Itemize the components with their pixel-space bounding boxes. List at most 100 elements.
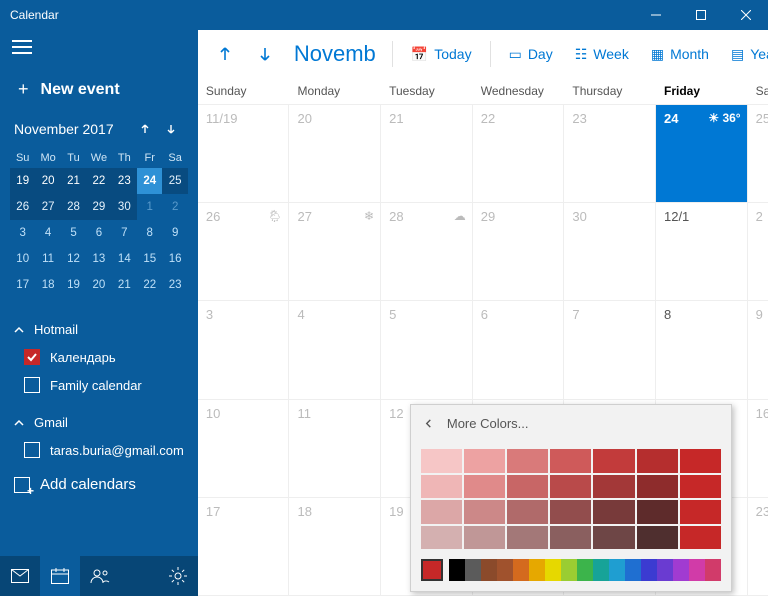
calendar-day-cell[interactable]: 17 [198,498,290,596]
next-period-button[interactable] [248,41,282,67]
spectrum-swatch[interactable] [641,559,657,581]
spectrum-swatch[interactable] [481,559,497,581]
mini-cal-day[interactable]: 6 [86,220,111,246]
calendar-checkbox[interactable] [24,349,40,365]
calendar-day-cell[interactable]: 28☁ [381,203,473,301]
mini-cal-day[interactable]: 4 [35,220,60,246]
spectrum-swatch[interactable] [497,559,513,581]
spectrum-swatch[interactable] [577,559,593,581]
color-swatch[interactable] [550,475,591,499]
mini-cal-day[interactable]: 22 [86,168,111,194]
mini-cal-day[interactable]: 21 [112,272,137,298]
mini-cal-day[interactable]: 20 [35,168,60,194]
week-view-button[interactable]: ☷Week [567,42,637,67]
mini-cal-day[interactable]: 14 [112,246,137,272]
calendar-day-cell[interactable]: 7 [564,301,656,399]
account-toggle[interactable]: Gmail [14,409,184,436]
calendar-day-cell[interactable]: 25⛅ [748,105,768,203]
calendar-day-cell[interactable]: 23 [564,105,656,203]
calendar-item[interactable]: taras.buria@gmail.com [14,436,184,464]
mini-cal-day[interactable]: 30 [112,194,137,220]
popup-back-button[interactable] [411,405,447,441]
color-swatch[interactable] [593,475,634,499]
color-swatch[interactable] [550,500,591,524]
color-swatch[interactable] [680,500,721,524]
spectrum-swatch[interactable] [545,559,561,581]
color-swatch[interactable] [421,500,462,524]
mini-cal-day[interactable]: 13 [86,246,111,272]
color-swatch[interactable] [464,526,505,550]
maximize-button[interactable] [678,0,723,30]
mini-cal-day[interactable]: 23 [112,168,137,194]
calendar-day-cell[interactable]: 12/1 [656,203,748,301]
year-view-button[interactable]: ▤Year [723,42,768,67]
mini-cal-day[interactable]: 9 [162,220,187,246]
calendar-day-cell[interactable]: 27❄ [289,203,381,301]
mini-cal-day[interactable]: 27 [35,194,60,220]
mini-cal-day[interactable]: 28 [61,194,86,220]
calendar-checkbox[interactable] [24,377,40,393]
mini-cal-day[interactable]: 24 [137,168,162,194]
calendar-day-cell[interactable]: 6 [473,301,565,399]
calendar-checkbox[interactable] [24,442,40,458]
mini-cal-month-button[interactable]: November 2017 [14,121,132,137]
calendar-day-cell[interactable]: 20 [289,105,381,203]
close-button[interactable] [723,0,768,30]
spectrum-swatch[interactable] [513,559,529,581]
calendar-day-cell[interactable]: 5 [381,301,473,399]
mini-cal-prev-button[interactable] [132,116,158,142]
color-swatch[interactable] [680,526,721,550]
calendar-day-cell[interactable]: 24☀ 36° [656,105,748,203]
color-swatch[interactable] [637,449,678,473]
color-swatch[interactable] [464,500,505,524]
spectrum-swatch[interactable] [593,559,609,581]
mini-cal-day[interactable]: 18 [35,272,60,298]
spectrum-swatch[interactable] [625,559,641,581]
spectrum-swatch[interactable] [673,559,689,581]
month-year-title[interactable]: Novemb [288,41,382,67]
mini-cal-day[interactable]: 21 [61,168,86,194]
new-event-button[interactable]: + New event [0,67,198,112]
mini-cal-day[interactable]: 16 [162,246,187,272]
mini-cal-day[interactable]: 17 [10,272,35,298]
color-swatch[interactable] [464,475,505,499]
mini-cal-day[interactable]: 26 [10,194,35,220]
mini-cal-day[interactable]: 23 [162,272,187,298]
hamburger-button[interactable] [0,30,198,67]
color-swatch[interactable] [507,500,548,524]
calendar-day-cell[interactable]: 4 [289,301,381,399]
mini-cal-day[interactable]: 1 [137,194,162,220]
mini-cal-day[interactable]: 22 [137,272,162,298]
color-swatch[interactable] [550,526,591,550]
calendar-day-cell[interactable]: 26🌦 [198,203,290,301]
color-swatch[interactable] [507,449,548,473]
mini-cal-next-button[interactable] [158,116,184,142]
mini-cal-day[interactable]: 8 [137,220,162,246]
current-color-swatch[interactable] [421,559,443,581]
mini-cal-day[interactable]: 15 [137,246,162,272]
mini-cal-day[interactable]: 20 [86,272,111,298]
color-swatch[interactable] [637,500,678,524]
people-button[interactable] [80,556,120,596]
spectrum-swatch[interactable] [705,559,721,581]
calendar-day-cell[interactable]: 2 [748,203,768,301]
calendar-day-cell[interactable]: 10 [198,400,290,498]
account-toggle[interactable]: Hotmail [14,316,184,343]
color-swatch[interactable] [637,526,678,550]
mini-cal-day[interactable]: 7 [112,220,137,246]
mini-cal-day[interactable]: 2 [162,194,187,220]
color-swatch[interactable] [680,449,721,473]
spectrum-swatch[interactable] [529,559,545,581]
mail-button[interactable] [0,556,40,596]
color-swatch[interactable] [507,475,548,499]
mini-cal-day[interactable]: 29 [86,194,111,220]
today-button[interactable]: 📅Today [403,42,480,67]
calendar-day-cell[interactable]: 11/19 [198,105,290,203]
mini-cal-day[interactable]: 19 [61,272,86,298]
color-swatch[interactable] [593,526,634,550]
spectrum-swatch[interactable] [449,559,465,581]
spectrum-swatch[interactable] [609,559,625,581]
color-swatch[interactable] [421,449,462,473]
calendar-day-cell[interactable]: 18 [289,498,381,596]
calendar-day-cell[interactable]: 21 [381,105,473,203]
